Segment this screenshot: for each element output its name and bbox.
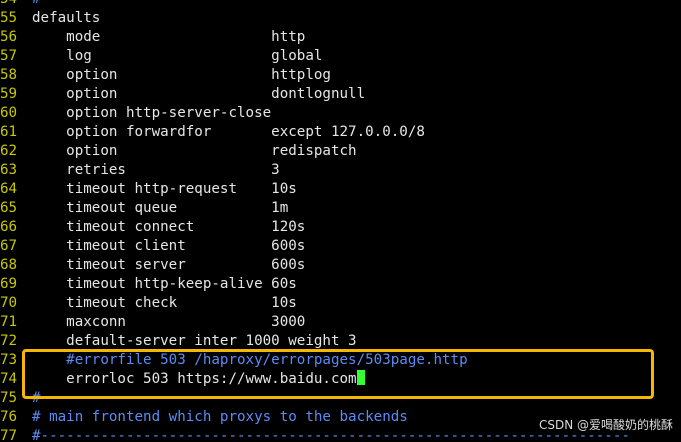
line-number: 76 — [0, 409, 18, 425]
line-number: 66 — [0, 219, 18, 235]
line-number: 69 — [0, 276, 18, 292]
editor-line[interactable]: 70 timeout check 10s — [0, 294, 297, 313]
code-text: option http-server-close — [32, 105, 272, 121]
line-number: 65 — [0, 200, 18, 216]
code-text: option dontlognull — [32, 86, 366, 102]
code-text: retries 3 — [32, 162, 280, 178]
code-text: mode http — [32, 29, 306, 45]
line-number: 62 — [0, 143, 18, 159]
code-text: timeout http-keep-alive 60s — [32, 276, 297, 292]
code-text: option forwardfor except 127.0.0.0/8 — [32, 124, 425, 140]
line-number: 55 — [0, 10, 18, 26]
line-number: 63 — [0, 162, 18, 178]
editor-line[interactable]: 65 timeout queue 1m — [0, 199, 288, 218]
editor-line[interactable]: 71 maxconn 3000 — [0, 313, 305, 332]
editor-line[interactable]: 57 log global — [0, 47, 322, 66]
code-text: timeout check 10s — [32, 295, 297, 311]
code-text: timeout connect 120s — [32, 219, 306, 235]
editor-line[interactable]: 61 option forwardfor except 127.0.0.0/8 — [0, 123, 425, 142]
code-text: option redispatch — [32, 143, 357, 159]
line-number: 58 — [0, 67, 18, 83]
code-text: log global — [32, 48, 323, 64]
code-text: timeout http-request 10s — [32, 181, 297, 197]
code-text: maxconn 3000 — [32, 314, 306, 330]
comment-text: # main frontend which proxys to the back… — [32, 409, 408, 425]
code-text: timeout server 600s — [32, 257, 306, 273]
editor-line[interactable]: 77 #-------------------------------------… — [0, 427, 630, 442]
editor-line[interactable]: 55 defaults — [0, 9, 100, 28]
watermark: CSDN @爱喝酸奶的桃酥 — [538, 418, 673, 432]
code-text: option httplog — [32, 67, 331, 83]
editor-line[interactable]: 63 retries 3 — [0, 161, 280, 180]
vim-editor[interactable]: 54#-------------------------------------… — [0, 0, 681, 442]
line-number: 59 — [0, 86, 18, 102]
line-number: 54 — [0, 0, 32, 9]
editor-line[interactable]: 59 option dontlognull — [0, 85, 365, 104]
code-text: default-server inter 1000 weight 3 — [32, 333, 357, 349]
line-number: 68 — [0, 257, 18, 273]
editor-line[interactable]: 58 option httplog — [0, 66, 331, 85]
highlight-box — [22, 349, 654, 399]
editor-line[interactable]: 76 # main frontend which proxys to the ba… — [0, 408, 408, 427]
line-number: 70 — [0, 295, 18, 311]
line-number: 57 — [0, 48, 18, 64]
editor-line[interactable]: 64 timeout http-request 10s — [0, 180, 297, 199]
code-text: timeout queue 1m — [32, 200, 289, 216]
editor-line[interactable]: 69 timeout http-keep-alive 60s — [0, 275, 297, 294]
line-number: 71 — [0, 314, 18, 330]
comment-text: #---------------------------------------… — [32, 0, 630, 7]
line-number: 77 — [0, 428, 18, 442]
editor-line[interactable]: 60 option http-server-close — [0, 104, 271, 123]
editor-line[interactable]: 66 timeout connect 120s — [0, 218, 305, 237]
line-number: 67 — [0, 238, 18, 254]
editor-line[interactable]: 68 timeout server 600s — [0, 256, 305, 275]
line-number: 61 — [0, 124, 18, 140]
editor-line[interactable]: 67 timeout client 600s — [0, 237, 305, 256]
code-text: defaults — [32, 10, 101, 26]
line-number: 56 — [0, 29, 18, 45]
code-text: timeout client 600s — [32, 238, 306, 254]
line-number: 64 — [0, 181, 18, 197]
editor-line[interactable]: 62 option redispatch — [0, 142, 357, 161]
editor-line[interactable]: 54#-------------------------------------… — [0, 0, 630, 9]
editor-line[interactable]: 56 mode http — [0, 28, 305, 47]
line-number: 60 — [0, 105, 18, 121]
